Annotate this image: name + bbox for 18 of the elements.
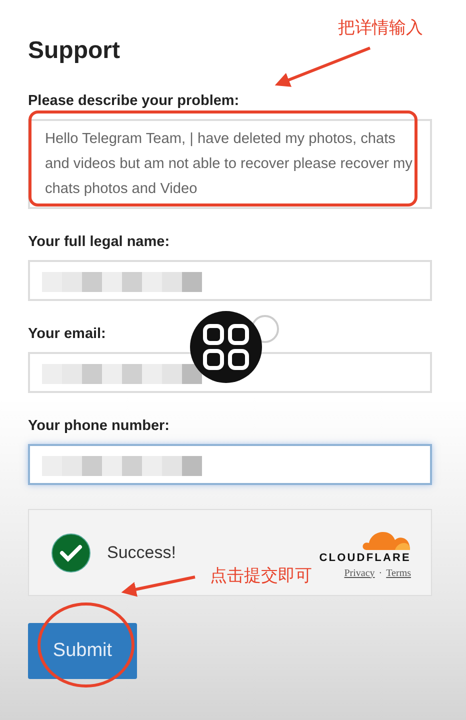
- submit-button[interactable]: Submit: [28, 623, 137, 679]
- separator: ·: [378, 568, 382, 578]
- footer-link[interactable]: Privacy: [344, 568, 375, 578]
- input-field[interactable]: [28, 260, 432, 301]
- page-title: Support: [28, 36, 120, 66]
- field-label: Please describe your problem:: [28, 92, 240, 110]
- annotation-text: 把详情输入: [338, 18, 423, 38]
- brand-name: CLOUDFLARE: [319, 552, 411, 564]
- success-message: Success!: [107, 542, 177, 562]
- footer-link[interactable]: Terms: [386, 568, 411, 578]
- field-label: Your full legal name:: [28, 233, 170, 251]
- input-field[interactable]: [28, 352, 432, 393]
- field-label: Your email:: [28, 325, 106, 343]
- problem-textarea[interactable]: Hello Telegram Team, | have deleted my photos, chats and videos but am not able to recover please recover my chats photos and Video: [28, 119, 432, 209]
- app-grid-icon[interactable]: [190, 311, 262, 383]
- input-field[interactable]: [28, 444, 432, 485]
- field-label: Your phone number:: [28, 417, 170, 435]
- annotation-text: 点击提交即可: [210, 566, 312, 586]
